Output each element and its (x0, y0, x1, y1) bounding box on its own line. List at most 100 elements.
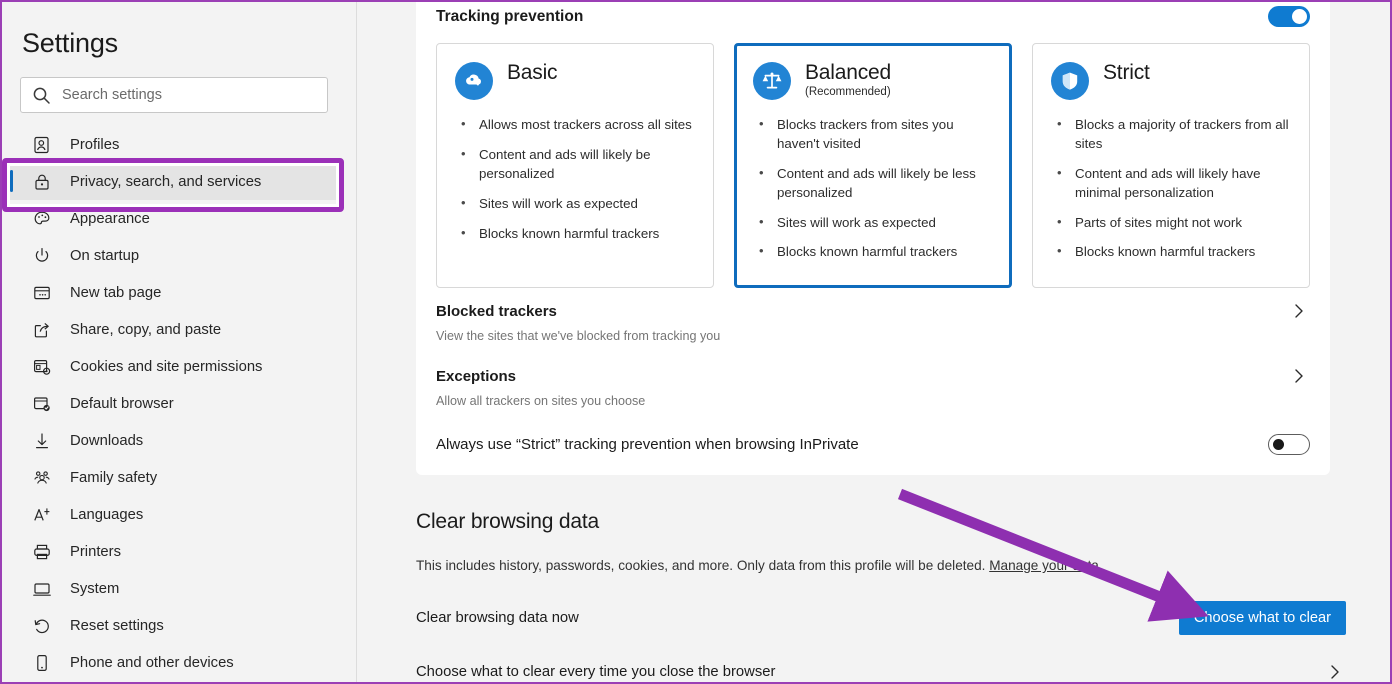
clear-browsing-data-now-label: Clear browsing data now (416, 610, 579, 626)
tracking-card-bullet: Blocks known harmful trackers (1053, 242, 1295, 262)
tracking-prevention-toggle[interactable] (1268, 6, 1310, 27)
sidebar-item-default-browser[interactable]: Default browser (2, 385, 356, 422)
sidebar-item-label: Default browser (70, 395, 174, 412)
sidebar-item-label: Cookies and site permissions (70, 358, 263, 375)
chevron-right-icon[interactable] (1324, 661, 1346, 682)
sidebar-item-phone-and-other-devices[interactable]: Phone and other devices (2, 644, 356, 681)
sidebar-item-cookies-and-site-permissions[interactable]: Cookies and site permissions (2, 348, 356, 385)
sidebar-item-printers[interactable]: Printers (2, 533, 356, 570)
search-settings-box[interactable] (20, 77, 328, 113)
inprivate-strict-label: Always use “Strict” tracking prevention … (436, 436, 859, 454)
sidebar-item-label: Privacy, search, and services (70, 173, 262, 190)
search-icon (31, 85, 53, 105)
system-icon (32, 579, 52, 599)
sidebar-item-label: Downloads (70, 432, 144, 449)
inprivate-strict-toggle[interactable] (1268, 434, 1310, 456)
settings-nav-list: Profiles Privacy, search, and services App… (2, 126, 356, 681)
cloud-tracker-icon (455, 62, 493, 100)
tracking-card-bullet: Content and ads will likely be personali… (457, 145, 699, 184)
toggle-knob (1292, 9, 1307, 24)
tracking-card-bullet: Allows most trackers across all sites (457, 115, 699, 135)
description-text: This includes history, passwords, cookie… (416, 558, 990, 573)
tracking-card-titleblock: Basic (507, 61, 558, 85)
sidebar-item-appearance[interactable]: Appearance (2, 200, 356, 237)
tracking-card-bullet: Sites will work as expected (755, 213, 997, 233)
sidebar-item-label: Printers (70, 543, 121, 560)
tracking-card-subtitle: (Recommended) (805, 85, 891, 98)
choose-what-to-clear-button[interactable]: Choose what to clear (1178, 601, 1346, 635)
sidebar-item-label: New tab page (70, 284, 162, 301)
clear-browsing-data-section: Clear browsing data This includes histor… (416, 510, 1346, 682)
tracking-card-bullet: Blocks trackers from sites you haven't v… (755, 115, 997, 154)
tracking-card-title: Strict (1103, 61, 1150, 84)
clear-on-close-row[interactable]: Choose what to clear every time you clos… (416, 661, 1346, 682)
chevron-right-icon[interactable] (1288, 300, 1310, 322)
tracking-card-balanced[interactable]: Balanced(Recommended) Blocks trackers fro… (734, 43, 1012, 289)
toggle-knob (1273, 439, 1284, 451)
clear-on-close-label: Choose what to clear every time you clos… (416, 664, 776, 680)
sidebar-item-label: Reset settings (70, 617, 164, 634)
search-input[interactable] (62, 87, 312, 103)
tracking-card-title: Basic (507, 61, 558, 84)
share-icon (32, 320, 52, 340)
sidebar-item-label: Languages (70, 506, 144, 523)
clear-browsing-data-now-row: Clear browsing data now Choose what to c… (416, 601, 1346, 635)
printer-icon (32, 542, 52, 562)
tracking-card-header: Strict (1047, 61, 1295, 100)
exceptions-row[interactable]: Exceptions Allow all trackers on sites y… (434, 343, 1312, 408)
shield-icon (1051, 62, 1089, 100)
scales-icon (753, 62, 791, 100)
exceptions-title: Exceptions (436, 367, 517, 385)
sidebar-item-label: Profiles (70, 136, 120, 153)
tracking-prevention-heading: Tracking prevention (436, 7, 584, 25)
tracking-card-bullet: Content and ads will likely have minimal… (1053, 164, 1295, 203)
tracking-card-header: Balanced (Recommended) (749, 61, 997, 100)
sidebar-item-family-safety[interactable]: Family safety (2, 459, 356, 496)
phone-icon (32, 653, 52, 673)
tracking-prevention-header: Tracking prevention (434, 2, 1312, 27)
tracking-card-bullet: Content and ads will likely be less pers… (755, 164, 997, 203)
sidebar-item-languages[interactable]: Languages (2, 496, 356, 533)
tracking-card-strict[interactable]: Strict Blocks a majority of trackers from… (1032, 43, 1310, 289)
sidebar-item-share-copy-and-paste[interactable]: Share, copy, and paste (2, 311, 356, 348)
power-icon (32, 246, 52, 266)
cookies-icon (32, 357, 52, 377)
tracking-card-bullets: Blocks a majority of trackers from all s… (1047, 115, 1295, 262)
blocked-trackers-row[interactable]: Blocked trackers View the sites that we'… (434, 288, 1312, 343)
tracking-card-title: Balanced (805, 61, 891, 84)
tracking-card-header: Basic (451, 61, 699, 100)
tracking-prevention-panel: Tracking prevention Basic Allows most tra… (416, 2, 1330, 476)
sidebar-item-label: Appearance (70, 210, 150, 227)
languages-icon (32, 505, 52, 525)
reset-icon (32, 616, 52, 636)
sidebar-item-label: Phone and other devices (70, 654, 234, 671)
new-tab-icon (32, 283, 52, 303)
sidebar-item-profiles[interactable]: Profiles (2, 126, 356, 163)
profile-icon (32, 135, 52, 155)
sidebar-item-system[interactable]: System (2, 570, 356, 607)
blocked-trackers-title: Blocked trackers (436, 302, 557, 320)
sidebar-item-label: Share, copy, and paste (70, 321, 222, 338)
settings-sidebar: Settings Profiles Privacy, search, and se… (2, 2, 357, 682)
chevron-right-icon[interactable] (1288, 365, 1310, 387)
clear-browsing-data-heading: Clear browsing data (416, 510, 599, 533)
tracking-card-bullets: Allows most trackers across all sites Con… (451, 115, 699, 244)
sidebar-item-reset-settings[interactable]: Reset settings (2, 607, 356, 644)
default-browser-icon (32, 394, 52, 414)
sidebar-item-privacy-search-and-services[interactable]: Privacy, search, and services (2, 163, 344, 200)
exceptions-desc: Allow all trackers on sites you choose (436, 394, 646, 409)
tracking-card-bullet: Blocks known harmful trackers (457, 224, 699, 244)
manage-your-data-link[interactable]: Manage your data (989, 558, 1099, 573)
settings-content-area: Tracking prevention Basic Allows most tra… (358, 2, 1390, 682)
tracking-card-bullets: Blocks trackers from sites you haven't v… (749, 115, 997, 262)
sidebar-item-new-tab-page[interactable]: New tab page (2, 274, 356, 311)
tracking-card-basic[interactable]: Basic Allows most trackers across all sit… (436, 43, 714, 289)
tracking-card-bullet: Blocks a majority of trackers from all s… (1053, 115, 1295, 154)
sidebar-item-label: System (70, 580, 120, 597)
tracking-card-bullet: Parts of sites might not work (1053, 213, 1295, 233)
sidebar-item-label: Family safety (70, 469, 158, 486)
sidebar-item-downloads[interactable]: Downloads (2, 422, 356, 459)
palette-icon (32, 209, 52, 229)
sidebar-item-on-startup[interactable]: On startup (2, 237, 356, 274)
sidebar-item-label: On startup (70, 247, 140, 264)
